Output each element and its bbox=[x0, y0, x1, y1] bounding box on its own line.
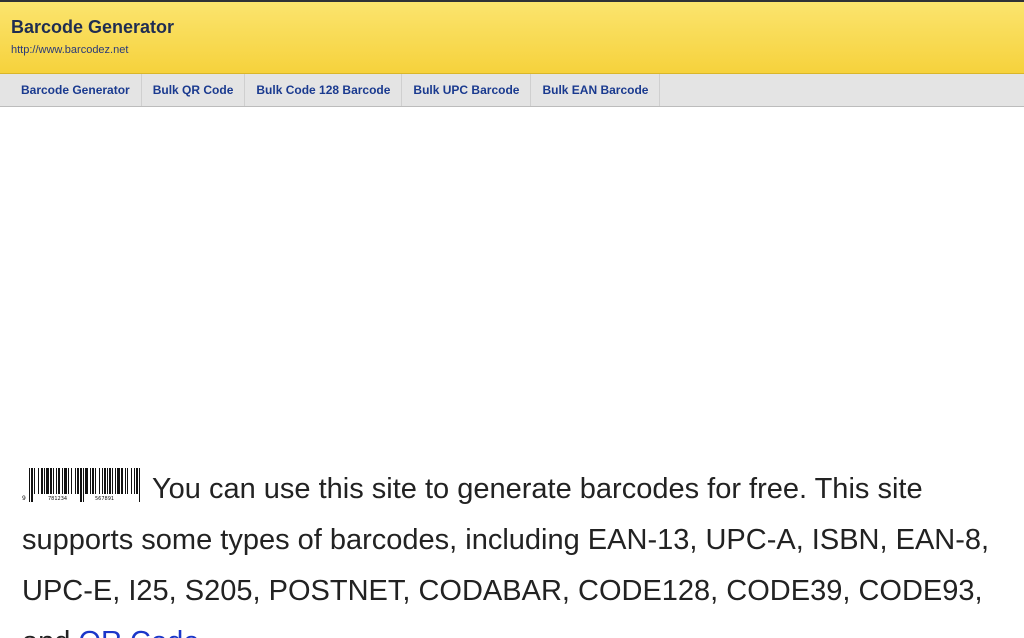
barcode-left-digits: 781234 bbox=[48, 496, 67, 502]
qr-code-link[interactable]: QR Code bbox=[78, 626, 199, 638]
nav-item-bulk-code-128-barcode[interactable]: Bulk Code 128 Barcode bbox=[245, 74, 403, 106]
intro-text: You can use this site to generate barcod… bbox=[22, 473, 990, 638]
barcode-lead-digit: 9 bbox=[22, 495, 26, 502]
intro-paragraph: 9 781234 567891 You can use this site to… bbox=[22, 464, 1002, 638]
site-header: Barcode Generator http://www.barcodez.ne… bbox=[0, 2, 1024, 74]
nav-item-bulk-upc-barcode[interactable]: Bulk UPC Barcode bbox=[402, 74, 532, 106]
main-nav: Barcode Generator Bulk QR Code Bulk Code… bbox=[0, 74, 1024, 107]
nav-item-bulk-qr-code[interactable]: Bulk QR Code bbox=[142, 74, 246, 106]
site-url[interactable]: http://www.barcodez.net bbox=[11, 43, 1024, 57]
intro-text-end: . bbox=[199, 626, 207, 638]
nav-item-bulk-ean-barcode[interactable]: Bulk EAN Barcode bbox=[531, 74, 661, 106]
main-content: 9 781234 567891 You can use this site to… bbox=[0, 107, 1024, 638]
nav-item-barcode-generator[interactable]: Barcode Generator bbox=[10, 74, 142, 106]
barcode-right-digits: 567891 bbox=[95, 496, 114, 502]
site-title[interactable]: Barcode Generator bbox=[11, 16, 1024, 38]
barcode-icon: 9 781234 567891 bbox=[22, 468, 140, 502]
